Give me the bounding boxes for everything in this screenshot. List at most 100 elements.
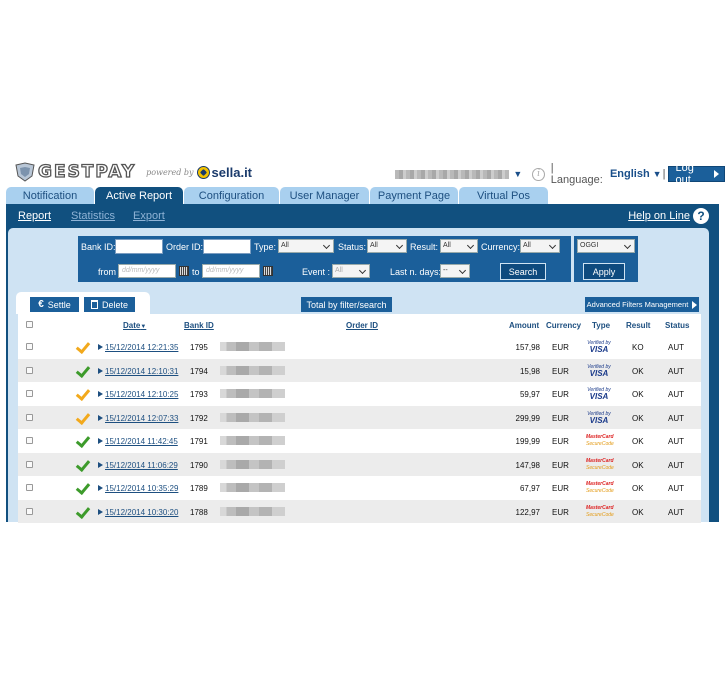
period-select[interactable]: OGGI bbox=[577, 239, 635, 253]
calendar-icon[interactable] bbox=[179, 266, 189, 276]
row-checkbox[interactable] bbox=[26, 437, 33, 444]
mc-bottom-text: SecureCode bbox=[586, 488, 614, 494]
row-checkbox[interactable] bbox=[26, 343, 33, 350]
header-date[interactable]: Date▼ bbox=[123, 321, 146, 330]
table-row[interactable]: 15/12/2014 12:10:31 1794 15,98 EUR Verified … bbox=[18, 358, 701, 382]
advanced-filters-button[interactable]: Advanced Filters Management bbox=[585, 297, 699, 312]
help-on-line[interactable]: Help on Line ? bbox=[628, 208, 709, 224]
subnav-report[interactable]: Report bbox=[18, 210, 51, 222]
delete-button[interactable]: Delete bbox=[84, 297, 135, 312]
tab-virtual-pos[interactable]: Virtual Pos bbox=[459, 187, 548, 204]
row-status: AUT bbox=[668, 413, 684, 423]
tab-payment-page[interactable]: Payment Page bbox=[370, 187, 458, 204]
tab-user-manager[interactable]: User Manager bbox=[280, 187, 369, 204]
triangle-right-icon[interactable] bbox=[98, 461, 103, 468]
event-select[interactable]: All bbox=[332, 264, 370, 278]
header-order-id[interactable]: Order ID bbox=[346, 321, 378, 330]
tab-configuration[interactable]: Configuration bbox=[184, 187, 279, 204]
bank-id-input[interactable] bbox=[115, 239, 163, 254]
row-currency: EUR bbox=[552, 390, 569, 399]
visa-bottom-text: VISA bbox=[589, 345, 609, 354]
table-row[interactable]: 15/12/2014 12:10:25 1793 59,97 EUR Verified … bbox=[18, 382, 701, 406]
header-bank-id[interactable]: Bank ID bbox=[184, 321, 214, 330]
settle-label: Settle bbox=[47, 299, 71, 310]
row-checkbox[interactable] bbox=[26, 366, 33, 374]
check-orange-icon bbox=[76, 340, 88, 352]
type-label: Type: bbox=[254, 242, 277, 252]
row-amount: 67,97 bbox=[519, 484, 540, 493]
row-date[interactable]: 15/12/2014 11:42:45 bbox=[105, 437, 178, 446]
row-currency: EUR bbox=[552, 437, 569, 446]
row-currency: EUR bbox=[552, 413, 569, 423]
user-dropdown-icon[interactable]: ▼ bbox=[513, 169, 522, 179]
row-bank-id: 1791 bbox=[190, 437, 208, 446]
help-link[interactable]: Help on Line bbox=[628, 210, 690, 222]
calendar-icon[interactable] bbox=[263, 266, 273, 276]
order-id-input[interactable] bbox=[203, 239, 251, 254]
status-select[interactable]: All bbox=[367, 239, 407, 253]
tab-notification[interactable]: Notification bbox=[6, 187, 94, 204]
triangle-right-icon[interactable] bbox=[98, 485, 103, 491]
row-checkbox[interactable] bbox=[26, 413, 33, 421]
table-row[interactable]: 15/12/2014 11:42:45 1791 199,99 EUR MasterCa… bbox=[18, 429, 701, 453]
triangle-right-icon[interactable] bbox=[98, 344, 103, 350]
table-row[interactable]: 15/12/2014 11:06:29 1790 147,98 EUR MasterCa… bbox=[18, 452, 701, 476]
row-date[interactable]: 15/12/2014 12:10:25 bbox=[105, 390, 178, 399]
table-row[interactable]: 15/12/2014 10:30:20 1788 122,97 EUR MasterCa… bbox=[18, 499, 701, 523]
from-date-input[interactable]: dd/mm/yyyy bbox=[118, 264, 176, 278]
filter-bar: Bank ID: Order ID: Type: All Status: All… bbox=[78, 236, 571, 282]
triangle-right-icon[interactable] bbox=[98, 367, 103, 374]
table-row[interactable]: 15/12/2014 10:35:29 1789 67,97 EUR MasterCar… bbox=[18, 476, 701, 500]
row-checkbox[interactable] bbox=[26, 484, 33, 491]
arrow-right-icon bbox=[692, 300, 698, 309]
order-id-redacted bbox=[220, 342, 285, 351]
row-result: OK bbox=[632, 437, 644, 446]
language-dropdown-icon[interactable]: ▼ bbox=[653, 169, 662, 179]
sella-logo-text: sella.it bbox=[211, 164, 253, 180]
last-n-days-select[interactable]: -- bbox=[440, 264, 470, 278]
row-date[interactable]: 15/12/2014 11:06:29 bbox=[105, 461, 178, 470]
triangle-right-icon[interactable] bbox=[98, 438, 103, 444]
search-button[interactable]: Search bbox=[500, 263, 546, 280]
triangle-right-icon[interactable] bbox=[98, 391, 103, 397]
subnav-statistics[interactable]: Statistics bbox=[71, 210, 115, 222]
apply-button[interactable]: Apply bbox=[583, 263, 625, 280]
report-content: Bank ID: Order ID: Type: All Status: All… bbox=[8, 228, 709, 523]
header-currency: Currency bbox=[546, 321, 582, 330]
user-name-redacted[interactable] bbox=[395, 169, 510, 179]
row-date[interactable]: 15/12/2014 10:30:20 bbox=[105, 508, 178, 517]
type-select[interactable]: All bbox=[278, 239, 334, 253]
row-result: OK bbox=[632, 366, 644, 376]
to-date-input[interactable]: dd/mm/yyyy bbox=[202, 264, 260, 278]
triangle-right-icon[interactable] bbox=[98, 508, 103, 515]
tab-active-report[interactable]: Active Report bbox=[95, 187, 183, 204]
row-date[interactable]: 15/12/2014 12:10:31 bbox=[105, 367, 178, 376]
table-row[interactable]: 15/12/2014 12:07:33 1792 299,99 EUR Verified… bbox=[18, 405, 701, 429]
table-row[interactable]: 15/12/2014 12:21:35 1795 157,98 EUR Verified… bbox=[18, 335, 701, 359]
triangle-right-icon[interactable] bbox=[98, 414, 103, 421]
mastercard-securecode-icon: MasterCard SecureCode bbox=[586, 481, 614, 496]
select-all-checkbox[interactable] bbox=[26, 321, 33, 328]
help-icon[interactable]: ? bbox=[693, 208, 709, 224]
row-date[interactable]: 15/12/2014 12:21:35 bbox=[105, 343, 178, 352]
row-status: AUT bbox=[668, 366, 684, 376]
total-by-filter-button[interactable]: Total by filter/search bbox=[301, 297, 392, 312]
row-checkbox[interactable] bbox=[26, 507, 33, 515]
info-icon[interactable]: i bbox=[532, 167, 545, 181]
check-green-icon bbox=[76, 434, 88, 446]
row-date[interactable]: 15/12/2014 10:35:29 bbox=[105, 484, 178, 493]
logout-button[interactable]: Log out bbox=[668, 162, 725, 186]
row-date[interactable]: 15/12/2014 12:07:33 bbox=[105, 414, 178, 423]
header-result: Result bbox=[626, 321, 651, 330]
mc-top-text: MasterCard bbox=[586, 457, 614, 464]
order-id-redacted bbox=[220, 412, 285, 422]
row-checkbox[interactable] bbox=[26, 390, 33, 397]
currency-select[interactable]: All bbox=[520, 239, 560, 253]
result-select[interactable]: All bbox=[440, 239, 478, 253]
subnav-export[interactable]: Export bbox=[133, 210, 165, 222]
row-checkbox[interactable] bbox=[26, 460, 33, 468]
row-bank-id: 1793 bbox=[190, 390, 208, 399]
settle-button[interactable]: € Settle bbox=[30, 297, 79, 312]
language-select[interactable]: English bbox=[610, 168, 650, 180]
row-bank-id: 1790 bbox=[190, 460, 208, 470]
